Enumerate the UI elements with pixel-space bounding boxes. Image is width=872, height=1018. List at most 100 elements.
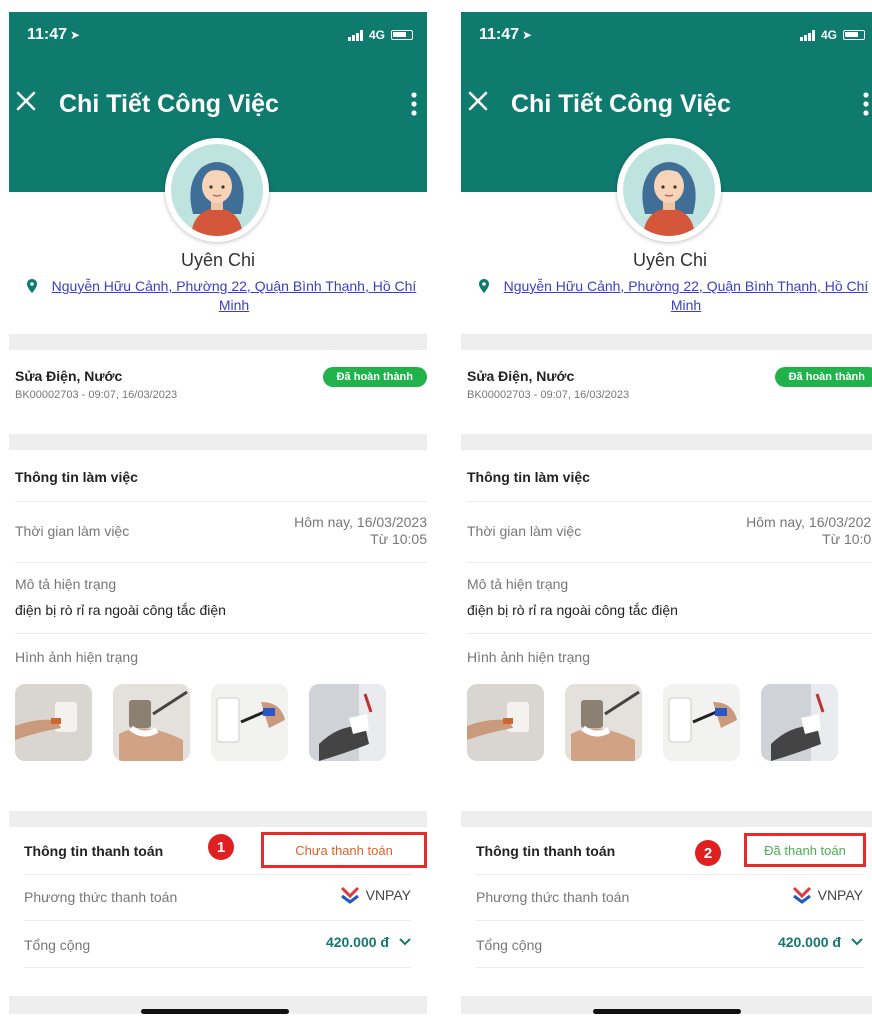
work-time-date: Hôm nay, 16/03/2023 [294, 514, 427, 530]
status-image[interactable] [211, 684, 288, 761]
divider [476, 874, 863, 875]
location-pin-icon [479, 279, 489, 293]
status-images [15, 684, 386, 761]
images-label: Hình ảnh hiện trạng [467, 649, 590, 665]
divider [461, 434, 872, 450]
location-arrow-icon: ➤ [70, 28, 81, 42]
divider [15, 501, 427, 502]
battery-icon [391, 30, 413, 40]
status-images [467, 684, 838, 761]
close-icon[interactable] [15, 90, 37, 112]
vnpay-logo-icon [792, 886, 811, 904]
booking-code: BK00002703 - 09:07, 16/03/2023 [15, 389, 178, 401]
work-time-start: Từ 10:05 [370, 531, 427, 547]
divider [24, 967, 411, 968]
divider [461, 811, 872, 827]
payment-method-label: Phương thức thanh toán [24, 889, 178, 905]
divider [15, 633, 427, 634]
chevron-down-icon[interactable] [851, 938, 863, 946]
divider [9, 811, 427, 827]
close-icon[interactable] [467, 90, 489, 112]
address-row[interactable]: Nguyễn Hữu Cảnh, Phường 22, Quận Bình Th… [479, 277, 872, 315]
divider [9, 334, 427, 350]
status-image[interactable] [15, 684, 92, 761]
chevron-down-icon[interactable] [399, 938, 411, 946]
status-time: 11:47 ➤ [27, 26, 81, 43]
divider [24, 874, 411, 875]
total-label: Tổng cộng [24, 937, 91, 953]
description-value: điện bị rò rỉ ra ngoài công tắc điện [15, 602, 226, 618]
signal-icon [799, 29, 815, 41]
payment-title: Thông tin thanh toán [24, 843, 164, 859]
home-indicator[interactable] [593, 1009, 741, 1014]
woman-avatar-icon [642, 162, 696, 236]
divider [467, 501, 872, 502]
more-menu-icon[interactable] [863, 92, 869, 116]
work-time-date: Hôm nay, 16/03/2023 [746, 514, 872, 530]
address-link[interactable]: Nguyễn Hữu Cảnh, Phường 22, Quận Bình Th… [497, 277, 872, 315]
service-title: Sửa Điện, Nước [467, 368, 575, 384]
total-value: 420.000 đ [777, 934, 841, 950]
vnpay-logo-icon [340, 886, 359, 904]
status-image[interactable] [467, 684, 544, 761]
status-badge: Đã hoàn thành [322, 367, 427, 387]
page-title: Chi Tiết Công Việc [59, 90, 279, 118]
total-value-row[interactable]: 420.000 đ [326, 934, 411, 950]
location-pin-icon [27, 279, 37, 293]
work-info-title: Thông tin làm việc [467, 469, 590, 485]
payment-status: Chưa thanh toán [261, 832, 427, 868]
more-menu-icon[interactable] [411, 92, 417, 116]
divider [9, 434, 427, 450]
status-image[interactable] [565, 684, 642, 761]
total-label: Tổng cộng [476, 937, 543, 953]
home-indicator[interactable] [141, 1009, 289, 1014]
address-row[interactable]: Nguyễn Hữu Cảnh, Phường 22, Quận Bình Th… [27, 277, 423, 315]
divider [461, 334, 872, 350]
payment-method-value: VNPAY [340, 886, 411, 904]
work-time-label: Thời gian làm việc [15, 523, 130, 539]
images-label: Hình ảnh hiện trạng [15, 649, 138, 665]
divider [476, 920, 863, 921]
user-name: Uyên Chi [632, 250, 708, 270]
avatar [165, 138, 269, 242]
network-label: 4G [820, 28, 837, 42]
payment-method-label: Phương thức thanh toán [476, 889, 630, 905]
user-name: Uyên Chi [180, 250, 256, 270]
divider [467, 562, 872, 563]
screen-paid: 11:47 ➤ 4G Chi Tiết Công Việc Uyên Chi Ng… [461, 12, 872, 1014]
divider [24, 920, 411, 921]
signal-icon [347, 29, 363, 41]
step-marker: 1 [208, 834, 234, 860]
status-bar-icons: 4G [347, 28, 413, 42]
address-link[interactable]: Nguyễn Hữu Cảnh, Phường 22, Quận Bình Th… [45, 277, 423, 315]
screen-unpaid: 11:47 ➤ 4G Chi Tiết Công Việc Uyên Chi Ng… [9, 12, 427, 1014]
payment-status-text: Chưa thanh toán [295, 842, 393, 858]
work-time-value: Hôm nay, 16/03/2023 Từ 10:05 [746, 514, 872, 548]
page-title: Chi Tiết Công Việc [511, 90, 731, 118]
status-image[interactable] [761, 684, 838, 761]
work-time-value: Hôm nay, 16/03/2023 Từ 10:05 [294, 514, 427, 548]
work-info-title: Thông tin làm việc [15, 469, 138, 485]
location-arrow-icon: ➤ [522, 28, 533, 42]
divider [467, 633, 872, 634]
avatar [617, 138, 721, 242]
payment-status-text: Đã thanh toán [764, 842, 846, 858]
network-label: 4G [368, 28, 385, 42]
status-image[interactable] [113, 684, 190, 761]
payment-status: Đã thanh toán [744, 833, 866, 867]
work-time-label: Thời gian làm việc [467, 523, 582, 539]
status-image[interactable] [309, 684, 386, 761]
battery-icon [843, 30, 865, 40]
total-value-row[interactable]: 420.000 đ [778, 934, 863, 950]
description-label: Mô tả hiện trạng [15, 576, 117, 592]
total-value: 420.000 đ [325, 934, 389, 950]
status-badge: Đã hoàn thành [774, 367, 872, 387]
status-image[interactable] [663, 684, 740, 761]
divider [15, 562, 427, 563]
status-bar-icons: 4G [799, 28, 865, 42]
payment-method-value: VNPAY [792, 886, 863, 904]
description-label: Mô tả hiện trạng [467, 576, 569, 592]
payment-title: Thông tin thanh toán [476, 843, 616, 859]
status-time: 11:47 ➤ [479, 26, 533, 43]
divider [476, 967, 863, 968]
